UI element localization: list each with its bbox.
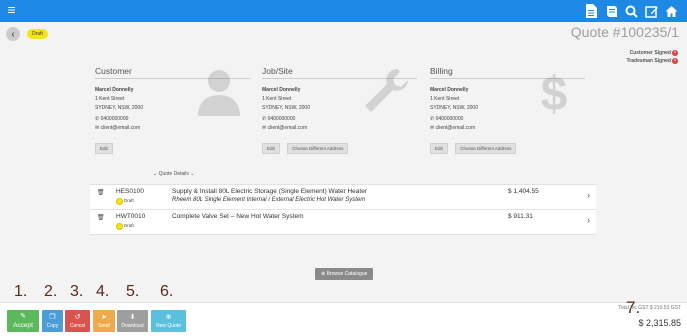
chevron-right-icon[interactable]: › [587,190,590,200]
chevron-down-icon: ⌄ [190,171,195,177]
chevron-right-icon[interactable]: › [587,215,590,225]
download-label: Download [121,322,144,329]
back-button[interactable]: ‹ [6,27,20,41]
jobsite-edit-button[interactable]: Edit [262,143,280,154]
quote-page [0,22,687,302]
billing-edit-button[interactable]: Edit [430,143,448,154]
page-title: Quote #100235/1 [570,24,679,40]
callout-number: 6. [160,283,174,300]
undo-icon: ↺ [74,313,81,321]
customer-email: client@email.com [100,125,141,131]
jobsite-phone: 0400000000 [267,116,296,122]
jobsite-section: Job/Site Marcel Donnelly 1 Kent Street S… [262,66,417,154]
new-quote-button[interactable]: ⊕ New Quote [151,310,186,332]
tradesman-signed-label: Tradesman Signed [626,58,671,64]
callout-number: 3. [70,283,84,300]
quote-details-toggle[interactable]: ⌄ Quote Details ⌄ [153,171,194,177]
browse-catalogue-button[interactable]: ⊕ Browse Catalogue [315,268,374,280]
status-dot [116,223,123,230]
trash-icon[interactable]: 🗑 [97,214,105,221]
download-button[interactable]: ⬇ Download [117,310,148,332]
book-icon[interactable] [603,3,619,19]
trash-icon[interactable]: 🗑 [97,189,105,196]
customer-section: Customer Marcel Donnelly 1 Kent Street S… [95,66,250,154]
billing-section: $ Billing Marcel Donnelly 1 Kent Street … [430,66,585,154]
search-icon[interactable] [623,3,639,19]
gst-subtotal: Total Inc GST $ 210.53 GST [618,305,681,311]
customer-signed-label: Customer Signed [629,50,671,56]
item-status: Draft [124,198,134,203]
cancel-label: Cancel [69,322,86,329]
plus-circle-icon: ⊕ [165,313,172,321]
jobsite-choose-address-button[interactable]: Choose Different Address [287,143,349,154]
item-description: Complete Valve Set – New Hot Water Syste… [172,213,304,220]
customer-phone: 0400000000 [100,116,129,122]
status-dot [116,198,123,205]
status-badge: Draft [27,29,48,39]
jobsite-email: client@email.com [267,125,308,131]
edit-icon[interactable] [643,3,659,19]
item-code: HES0100 [116,188,144,195]
callout-number: 4. [96,283,110,300]
quote-total: $ 2,315.85 [638,318,681,328]
list-item[interactable]: 🗑 HES0100 Draft Supply & Install 80L Ele… [90,184,596,209]
accept-button[interactable]: ✎ Accept [7,310,39,332]
new-quote-label: New Quote [155,322,181,329]
edit-icon: ✎ [20,313,26,320]
copy-label: Copy [46,322,59,329]
send-icon: ➤ [101,313,107,321]
user-icon [198,70,240,116]
download-icon: ⬇ [129,313,136,321]
top-navbar [0,0,687,22]
document-icon[interactable] [583,3,599,19]
callout-number: 2. [44,283,58,300]
dollar-icon: $ [541,68,568,116]
list-item[interactable]: 🗑 HWT0010 Draft Complete Valve Set – New… [90,209,596,235]
wrench-icon [365,69,408,112]
subtotal-value: $ 210.53 GST [649,305,681,311]
item-status: Draft [124,223,134,228]
copy-button[interactable]: ❐ Copy [42,310,63,332]
subtotal-label: Total Inc GST [618,305,649,311]
item-description: Supply & Install 80L Electric Storage (S… [172,188,367,195]
browse-catalogue-label: Browse Catalogue [326,271,368,277]
chevron-left-icon: ‹ [11,28,15,40]
item-price: $ 1,404.55 [508,188,539,195]
callout-number: 1. [14,283,28,300]
customer-edit-button[interactable]: Edit [95,143,113,154]
accept-label: Accept [13,322,33,329]
send-label: Send [98,322,110,329]
billing-choose-address-button[interactable]: Choose Different Address [455,143,517,154]
send-button[interactable]: ➤ Send [93,310,115,332]
callout-number: 5. [126,283,140,300]
item-code: HWT0010 [116,213,146,220]
svg-text:$: $ [541,68,568,116]
close-icon: × [672,49,678,56]
menu-icon[interactable] [8,7,15,9]
home-icon[interactable] [663,3,679,19]
copy-icon: ❐ [49,313,56,321]
line-items-list: 🗑 HES0100 Draft Supply & Install 80L Ele… [90,184,596,235]
billing-phone: 0400000000 [435,116,464,122]
item-subdescription: Rheem 80L Single Element Internal / Exte… [172,197,366,203]
billing-email: client@email.com [435,125,476,131]
cancel-button[interactable]: ↺ Cancel [65,310,90,332]
item-price: $ 911.31 [508,213,533,220]
close-icon: × [672,57,678,64]
chevron-down-icon: ⌄ [153,171,158,177]
quote-details-label: Quote Details [158,171,189,177]
